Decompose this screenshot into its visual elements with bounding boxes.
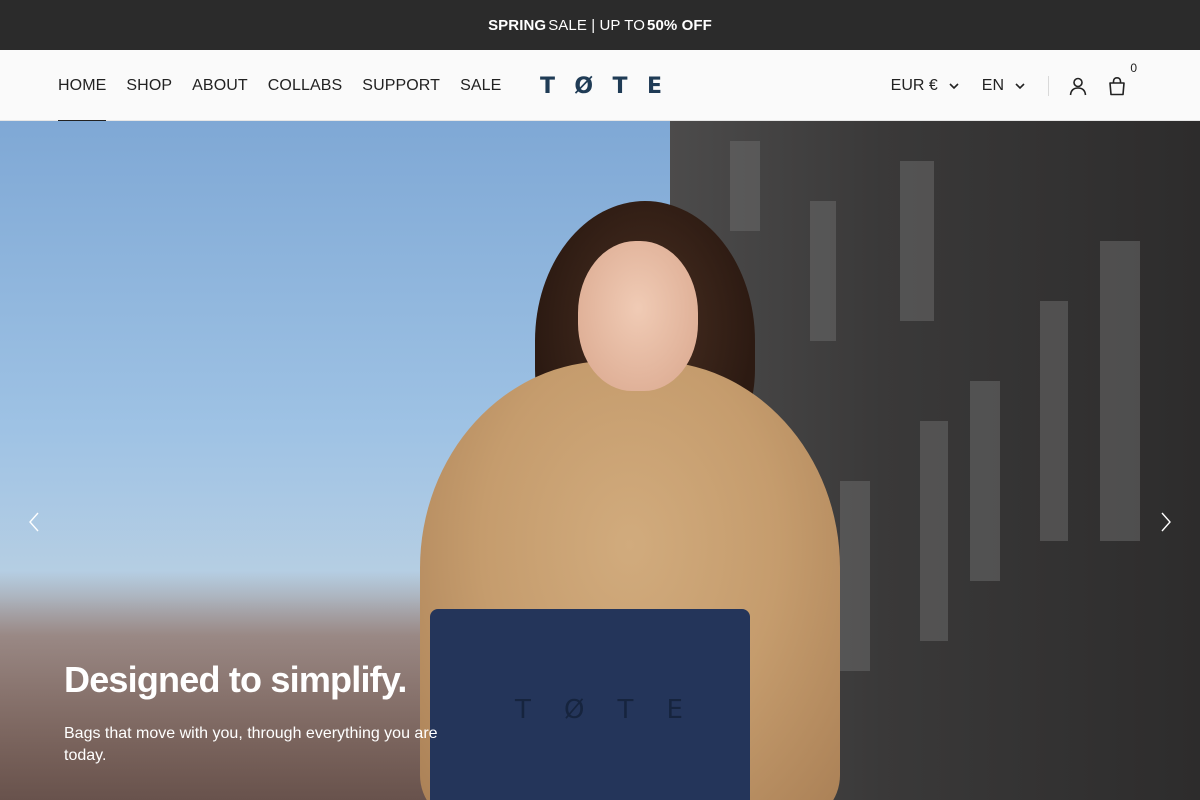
currency-label: EUR € bbox=[890, 76, 938, 94]
bag-logo-letter: T bbox=[617, 695, 634, 725]
logo-letter: T bbox=[612, 73, 628, 99]
announcement-highlight-2: 50% OFF bbox=[647, 16, 712, 34]
divider bbox=[1048, 75, 1049, 96]
nav-sale[interactable]: SALE bbox=[460, 50, 501, 121]
cart-button[interactable]: 0 bbox=[1106, 61, 1137, 97]
hero-subtitle: Bags that move with you, through everyth… bbox=[64, 725, 438, 764]
chevron-right-icon bbox=[1161, 512, 1171, 532]
site-header: HOME SHOP ABOUT COLLABS SUPPORT SALE T Ø… bbox=[0, 50, 1200, 122]
language-label: EN bbox=[981, 76, 1004, 94]
nav-shop[interactable]: SHOP bbox=[126, 50, 172, 121]
chevron-left-icon bbox=[29, 512, 39, 532]
nav-collabs[interactable]: COLLABS bbox=[268, 50, 343, 121]
bag-logo-letter: Ø bbox=[563, 695, 585, 725]
main-nav: HOME SHOP ABOUT COLLABS SUPPORT SALE bbox=[58, 50, 521, 122]
model-face bbox=[578, 241, 698, 391]
logo-letter: T bbox=[540, 73, 556, 99]
hero-banner: T Ø T E Designed to simplify. Bags that … bbox=[0, 121, 1200, 800]
announcement-highlight-1: SPRING bbox=[488, 16, 547, 34]
header-actions: EUR € EN 0 bbox=[891, 50, 1137, 121]
logo-letter: Ø bbox=[574, 73, 594, 99]
hero-title: Designed to simplify. bbox=[64, 659, 407, 700]
user-icon bbox=[1069, 77, 1087, 95]
nav-support[interactable]: SUPPORT bbox=[362, 50, 440, 121]
cart-count: 0 bbox=[1130, 60, 1137, 75]
bag-logo-letter: T bbox=[515, 695, 531, 725]
account-button[interactable] bbox=[1067, 75, 1089, 97]
nav-about[interactable]: ABOUT bbox=[192, 50, 248, 121]
language-selector[interactable]: EN bbox=[982, 77, 1026, 95]
announcement-bar: SPRING SALE | UP TO 50% OFF bbox=[0, 0, 1200, 50]
announcement-text: SALE | UP TO bbox=[548, 16, 646, 34]
currency-selector[interactable]: EUR € bbox=[891, 77, 960, 95]
brand-logo[interactable]: T Ø T E bbox=[540, 72, 662, 100]
nav-home[interactable]: HOME bbox=[58, 50, 107, 122]
bag-logo-letter: E bbox=[666, 695, 683, 725]
bag-logo: T Ø T E bbox=[515, 695, 683, 725]
shopping-bag-icon bbox=[1109, 76, 1125, 95]
logo-letter: E bbox=[646, 73, 662, 99]
carousel-next-button[interactable] bbox=[1156, 509, 1176, 535]
chevron-down-icon bbox=[1015, 82, 1025, 89]
carousel-prev-button[interactable] bbox=[24, 509, 44, 535]
chevron-down-icon bbox=[949, 82, 959, 89]
